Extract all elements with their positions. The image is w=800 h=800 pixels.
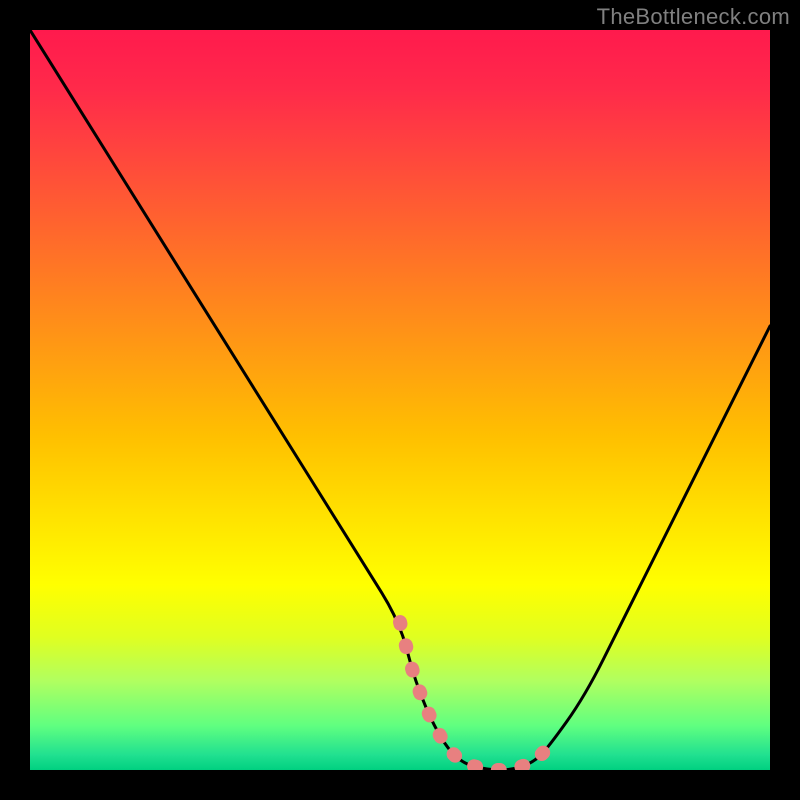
curve-svg xyxy=(30,30,770,770)
watermark-text: TheBottleneck.com xyxy=(597,4,790,30)
plot-area xyxy=(30,30,770,770)
chart-container: TheBottleneck.com xyxy=(0,0,800,800)
bottleneck-curve xyxy=(30,30,770,770)
highlight-segment xyxy=(400,622,548,770)
